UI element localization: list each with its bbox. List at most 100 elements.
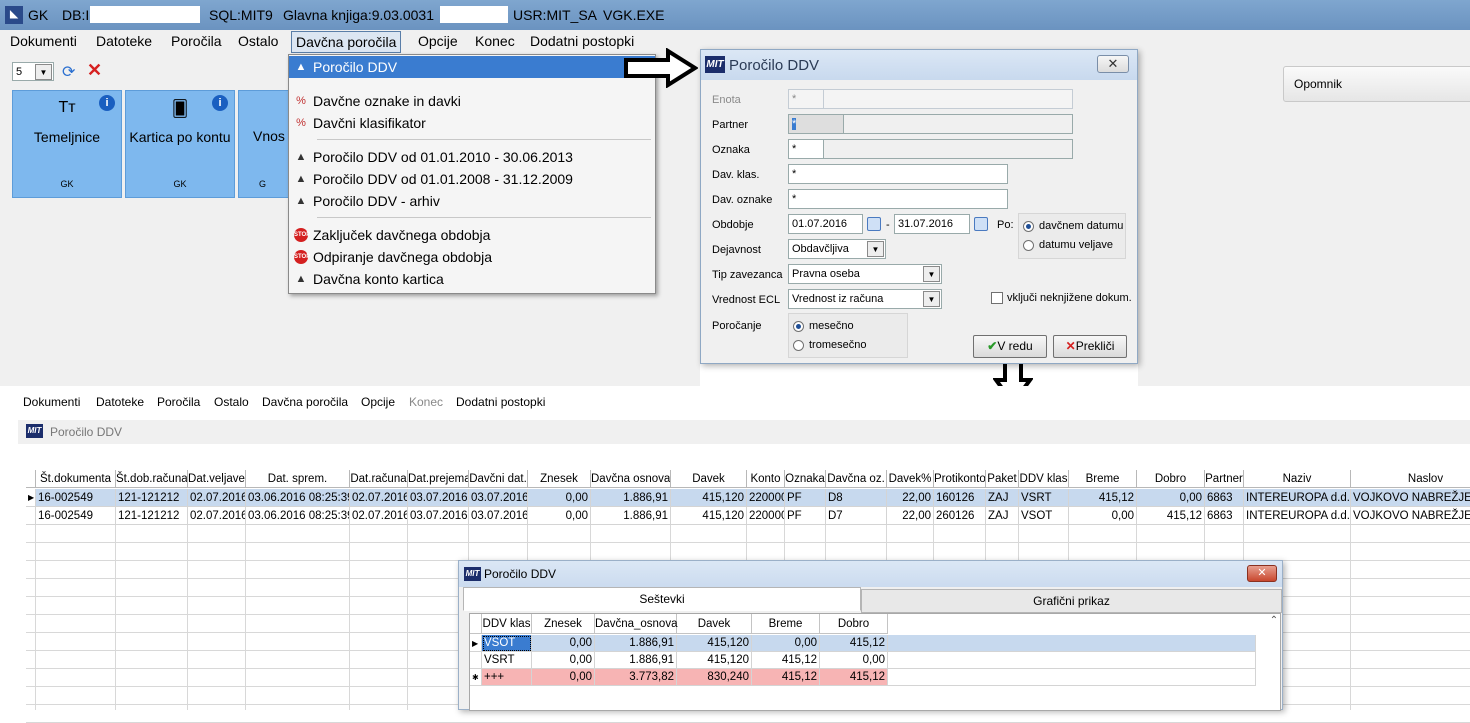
table-cell[interactable]: 16-002549 bbox=[36, 507, 116, 525]
menu-opcije[interactable]: Opcije bbox=[418, 33, 458, 49]
menu-item-porocilo-2010-2013[interactable]: ▲ Poročilo DDV od 01.01.2010 - 30.06.2013 bbox=[289, 146, 655, 168]
radio-tromesecno[interactable] bbox=[793, 340, 804, 351]
table-cell[interactable]: 1.886,91 bbox=[595, 652, 677, 669]
table-cell[interactable]: 0,00 bbox=[820, 652, 888, 669]
tip-zavezanca-select[interactable]: Pravna oseba ▼ bbox=[788, 264, 942, 284]
table-cell[interactable]: 220000 bbox=[747, 489, 785, 507]
lmenu-dodatni-postopki[interactable]: Dodatni postopki bbox=[456, 395, 545, 409]
column-header[interactable]: Partner bbox=[1205, 470, 1244, 488]
menu-ostalo[interactable]: Ostalo bbox=[238, 33, 278, 49]
tab-graficni-prikaz[interactable]: Grafični prikaz bbox=[861, 589, 1282, 613]
menu-item-davcni-klasifikator[interactable]: % Davčni klasifikator bbox=[289, 112, 655, 134]
row-indicator[interactable] bbox=[470, 652, 482, 669]
menu-davcna-porocila[interactable]: Davčna poročila bbox=[291, 31, 402, 53]
table-cell[interactable]: 02.07.2016 bbox=[188, 489, 246, 507]
column-header[interactable]: Št.dokumenta bbox=[36, 470, 116, 488]
table-cell[interactable]: VSOT bbox=[1019, 507, 1069, 525]
lmenu-davcna-porocila[interactable]: Davčna poročila bbox=[262, 395, 348, 409]
table-cell[interactable]: +++ bbox=[482, 669, 532, 686]
table-cell[interactable]: 415,120 bbox=[677, 652, 752, 669]
table-cell[interactable]: 0,00 bbox=[528, 507, 591, 525]
close-button[interactable]: ✕ bbox=[1247, 565, 1277, 582]
opomnik-panel[interactable]: Opomnik bbox=[1283, 66, 1470, 102]
table-cell[interactable]: 415,12 bbox=[752, 669, 820, 686]
column-header[interactable]: Davek bbox=[671, 470, 747, 488]
table-cell[interactable]: 02.07.2016 bbox=[350, 489, 408, 507]
column-header[interactable]: DDV klas bbox=[1019, 470, 1069, 488]
table-cell[interactable]: 03.07.2016 bbox=[469, 507, 528, 525]
column-header[interactable]: Dat.prejema bbox=[408, 470, 469, 488]
tile-temeljnice[interactable]: Tт i Temeljnice GK bbox=[12, 90, 122, 198]
column-header[interactable]: Dat.veljave bbox=[188, 470, 246, 488]
table-cell[interactable]: PF bbox=[785, 489, 826, 507]
column-header[interactable]: Znesek bbox=[532, 614, 595, 634]
radio-datumu-veljave[interactable] bbox=[1023, 240, 1034, 251]
table-cell[interactable]: ZAJ bbox=[986, 489, 1019, 507]
table-cell[interactable]: INTEREUROPA d.d. bbox=[1244, 489, 1351, 507]
table-cell[interactable]: VSOT bbox=[482, 635, 532, 652]
column-header[interactable]: Konto bbox=[747, 470, 785, 488]
menu-datoteke[interactable]: Datoteke bbox=[96, 33, 152, 49]
table-cell[interactable]: 22,00 bbox=[887, 507, 934, 525]
row-indicator[interactable]: ✱ bbox=[470, 669, 482, 686]
lmenu-ostalo[interactable]: Ostalo bbox=[214, 395, 249, 409]
table-cell[interactable]: INTEREUROPA d.d. bbox=[1244, 507, 1351, 525]
dav-oznake-input[interactable]: * bbox=[788, 189, 1008, 209]
column-header[interactable]: Protikonto bbox=[934, 470, 986, 488]
table-cell[interactable]: 02.07.2016 bbox=[350, 507, 408, 525]
table-cell[interactable]: D7 bbox=[826, 507, 887, 525]
dejavnost-select[interactable]: Obdavčljiva ▼ bbox=[788, 239, 886, 259]
menu-item-porocilo-arhiv[interactable]: ▲ Poročilo DDV - arhiv bbox=[289, 190, 655, 212]
table-cell[interactable]: 22,00 bbox=[887, 489, 934, 507]
table-cell[interactable]: 415,12 bbox=[752, 652, 820, 669]
row-indicator[interactable] bbox=[26, 507, 36, 525]
table-cell[interactable]: 121-121212 bbox=[116, 489, 188, 507]
date-to-input[interactable]: 31.07.2016 bbox=[894, 214, 970, 234]
column-header[interactable]: Davčna oz. bbox=[826, 470, 887, 488]
column-header[interactable]: Davek bbox=[677, 614, 752, 634]
menu-item-odpiranje[interactable]: STOP Odpiranje davčnega obdobja bbox=[289, 246, 655, 268]
calendar-icon[interactable] bbox=[974, 217, 988, 231]
oznaka-code-input[interactable]: * bbox=[788, 139, 824, 159]
column-header[interactable]: Davčni dat. bbox=[469, 470, 528, 488]
info-icon[interactable]: i bbox=[212, 95, 228, 111]
column-header[interactable]: DDV klas bbox=[482, 614, 532, 634]
table-cell[interactable]: VOJKOVO NABREŽJE 32 bbox=[1351, 489, 1470, 507]
table-cell[interactable]: 0,00 bbox=[752, 635, 820, 652]
column-header[interactable]: Davčna osnova bbox=[591, 470, 671, 488]
menu-item-zakljucek[interactable]: STOP Zaključek davčnega obdobja bbox=[289, 224, 655, 246]
table-cell[interactable]: 16-002549 bbox=[36, 489, 116, 507]
column-header[interactable]: Znesek bbox=[528, 470, 591, 488]
menu-dokumenti[interactable]: Dokumenti bbox=[10, 33, 77, 49]
lmenu-porocila[interactable]: Poročila bbox=[157, 395, 200, 409]
vkljuci-neknjizene-checkbox[interactable] bbox=[991, 292, 1003, 304]
menu-item-davcne-oznake[interactable]: % Davčne oznake in davki bbox=[289, 90, 655, 112]
tile-kartica-po-kontu[interactable]: 🂠 i Kartica po kontu GK bbox=[125, 90, 235, 198]
table-cell[interactable]: VOJKOVO NABREŽJE 32 bbox=[1351, 507, 1470, 525]
radio-mesecno[interactable] bbox=[793, 321, 804, 332]
table-cell[interactable]: 03.06.2016 08:25:39 bbox=[246, 507, 350, 525]
column-header[interactable]: Dobro bbox=[1137, 470, 1205, 488]
scroll-up-icon[interactable]: ⌃ bbox=[1267, 614, 1281, 628]
table-cell[interactable]: 03.07.2016 bbox=[469, 489, 528, 507]
radio-davcnem-datumu[interactable] bbox=[1023, 221, 1034, 232]
info-icon[interactable]: i bbox=[99, 95, 115, 111]
table-cell[interactable]: 415,12 bbox=[1069, 489, 1137, 507]
table-cell[interactable]: 1.886,91 bbox=[591, 489, 671, 507]
table-cell[interactable]: 0,00 bbox=[532, 669, 595, 686]
table-cell[interactable]: 415,12 bbox=[1137, 507, 1205, 525]
table-cell[interactable]: 220000 bbox=[747, 507, 785, 525]
column-header[interactable]: Dobro bbox=[820, 614, 888, 634]
partner-code-input[interactable]: * bbox=[788, 114, 844, 134]
table-cell[interactable]: 03.06.2016 08:25:39 bbox=[246, 489, 350, 507]
table-cell[interactable]: 121-121212 bbox=[116, 507, 188, 525]
date-from-input[interactable]: 01.07.2016 bbox=[788, 214, 863, 234]
tile-vnos-knjizb[interactable]: Vnos knjiž... G bbox=[238, 90, 290, 198]
table-cell[interactable]: 0,00 bbox=[532, 652, 595, 669]
column-header[interactable]: Davek% bbox=[887, 470, 934, 488]
menu-konec[interactable]: Konec bbox=[475, 33, 515, 49]
vrednost-ecl-select[interactable]: Vrednost iz računa ▼ bbox=[788, 289, 942, 309]
table-cell[interactable]: 830,240 bbox=[677, 669, 752, 686]
column-header[interactable]: Št.dob.računa bbox=[116, 470, 188, 488]
column-header[interactable]: Breme bbox=[752, 614, 820, 634]
